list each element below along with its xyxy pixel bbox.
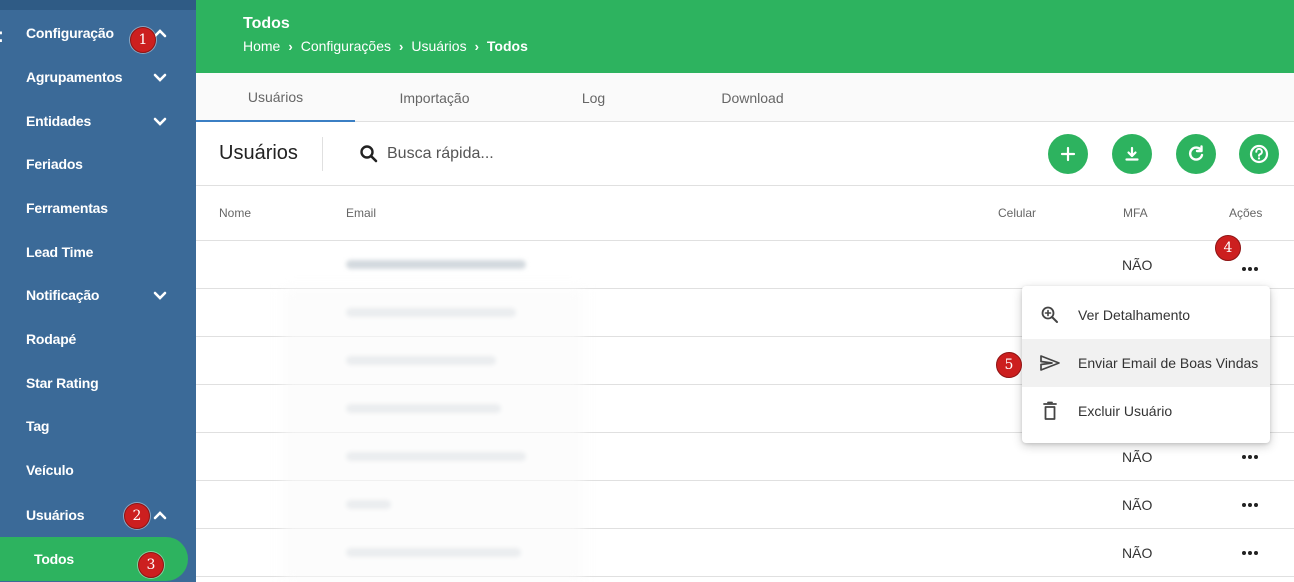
- page-header: Todos Home › Configurações › Usuários › …: [196, 0, 1294, 73]
- breadcrumb-item-configuracoes[interactable]: Configurações: [301, 38, 391, 54]
- annotation-badge-1: 1: [130, 27, 156, 53]
- tab-download[interactable]: Download: [673, 73, 832, 122]
- sidebar-item-label: Entidades: [26, 113, 92, 129]
- search-icon: [360, 145, 378, 163]
- sidebar-item-label: Ferramentas: [26, 200, 108, 216]
- refresh-button[interactable]: [1176, 134, 1216, 174]
- redacted-email: [346, 260, 526, 269]
- column-header-nome[interactable]: Nome: [219, 206, 251, 220]
- sidebar-item-feriados[interactable]: Feriados: [0, 142, 196, 186]
- sidebar-item-label: Agrupamentos: [26, 69, 123, 85]
- breadcrumb-item-usuarios[interactable]: Usuários: [411, 38, 466, 54]
- chevron-down-icon: [153, 117, 167, 126]
- menu-item-ver-detalhamento[interactable]: Ver Detalhamento: [1022, 291, 1270, 339]
- breadcrumb: Home › Configurações › Usuários › Todos: [243, 38, 528, 54]
- download-button[interactable]: [1112, 134, 1152, 174]
- column-header-acoes: Ações: [1229, 206, 1263, 220]
- breadcrumb-item-home[interactable]: Home: [243, 38, 280, 54]
- chevron-right-icon: ›: [474, 38, 479, 54]
- sidebar-item-ferramentas[interactable]: Ferramentas: [0, 186, 196, 230]
- more-actions-icon[interactable]: [1239, 259, 1261, 279]
- sidebar-item-configuracao[interactable]: ⁚ Configuração: [0, 11, 196, 55]
- sidebar-item-label: Star Rating: [26, 375, 99, 391]
- sidebar-item-lead-time[interactable]: Lead Time: [0, 230, 196, 274]
- toolbar: Usuários: [196, 122, 1294, 186]
- help-icon: [1249, 144, 1269, 164]
- zoom-in-icon: [1041, 306, 1058, 323]
- mfa-value: NÃO: [1122, 497, 1153, 513]
- row-actions-menu: Ver Detalhamento Enviar Email de Boas Vi…: [1022, 286, 1270, 443]
- plus-icon: [1060, 146, 1076, 162]
- annotation-badge-2: 2: [124, 503, 150, 529]
- sidebar-item-veiculo[interactable]: Veículo: [0, 448, 196, 492]
- annotation-badge-4: 4: [1215, 235, 1241, 261]
- help-button[interactable]: [1239, 134, 1279, 174]
- more-actions-icon[interactable]: [1239, 543, 1261, 563]
- more-actions-icon[interactable]: [1239, 495, 1261, 515]
- sidebar-item-label: Configuração: [26, 25, 114, 41]
- table-row: NÃO: [196, 241, 1294, 289]
- menu-item-label: Ver Detalhamento: [1078, 307, 1191, 323]
- menu-item-label: Enviar Email de Boas Vindas: [1078, 355, 1259, 371]
- chevron-up-icon: [153, 511, 167, 520]
- menu-item-enviar-email[interactable]: Enviar Email de Boas Vindas: [1022, 339, 1270, 387]
- redaction-overlay: [283, 288, 583, 582]
- sidebar-item-label: Notificação: [26, 287, 100, 303]
- sidebar: ⁚ Configuração Agrupamentos Entidades Fe…: [0, 0, 196, 582]
- sidebar-item-label: Usuários: [26, 507, 85, 523]
- bullet-icon: ⁚: [0, 29, 3, 46]
- tab-bar: Usuários Importação Log Download: [196, 73, 1294, 122]
- tab-usuarios[interactable]: Usuários: [196, 73, 355, 122]
- sidebar-item-label: Lead Time: [26, 244, 94, 260]
- trash-icon: [1043, 401, 1057, 420]
- sidebar-item-rodape[interactable]: Rodapé: [0, 317, 196, 361]
- chevron-down-icon: [153, 291, 167, 300]
- section-title: Usuários: [219, 142, 298, 164]
- sidebar-item-notificacao[interactable]: Notificação: [0, 273, 196, 317]
- chevron-down-icon: [153, 73, 167, 82]
- menu-item-label: Excluir Usuário: [1078, 403, 1173, 419]
- more-actions-icon[interactable]: [1239, 447, 1261, 467]
- column-header-celular[interactable]: Celular: [998, 206, 1036, 220]
- add-button[interactable]: [1048, 134, 1088, 174]
- chevron-right-icon: ›: [288, 38, 293, 54]
- annotation-badge-5: 5: [996, 352, 1022, 378]
- sidebar-item-label: Tag: [26, 418, 50, 434]
- send-icon: [1040, 355, 1060, 371]
- download-icon: [1125, 146, 1139, 161]
- sidebar-item-label: Rodapé: [26, 331, 77, 347]
- sidebar-item-usuarios[interactable]: Usuários: [0, 493, 196, 537]
- sidebar-item-entidades[interactable]: Entidades: [0, 99, 196, 143]
- annotation-badge-3: 3: [138, 552, 164, 578]
- chevron-right-icon: ›: [398, 38, 404, 54]
- breadcrumb-item-todos: Todos: [486, 38, 528, 54]
- mfa-value: NÃO: [1122, 545, 1153, 561]
- refresh-icon: [1189, 145, 1204, 161]
- sidebar-top-strip: [0, 0, 196, 10]
- page-title: Todos: [243, 15, 290, 32]
- table-header: Nome Email Celular MFA Ações: [196, 186, 1294, 241]
- mfa-value: NÃO: [1122, 449, 1153, 465]
- divider: [322, 137, 323, 171]
- sidebar-item-tag[interactable]: Tag: [0, 404, 196, 448]
- tab-log[interactable]: Log: [514, 73, 673, 122]
- sidebar-item-agrupamentos[interactable]: Agrupamentos: [0, 55, 196, 99]
- sidebar-item-star-rating[interactable]: Star Rating: [0, 361, 196, 405]
- tab-importacao[interactable]: Importação: [355, 73, 514, 122]
- menu-item-excluir-usuario[interactable]: Excluir Usuário: [1022, 387, 1270, 435]
- mfa-value: NÃO: [1122, 257, 1153, 273]
- column-header-mfa[interactable]: MFA: [1123, 206, 1148, 220]
- sidebar-item-label: Todos: [34, 551, 74, 567]
- search-input[interactable]: [387, 140, 687, 168]
- column-header-email[interactable]: Email: [346, 206, 376, 220]
- sidebar-item-label: Veículo: [26, 462, 74, 478]
- sidebar-item-label: Feriados: [26, 156, 83, 172]
